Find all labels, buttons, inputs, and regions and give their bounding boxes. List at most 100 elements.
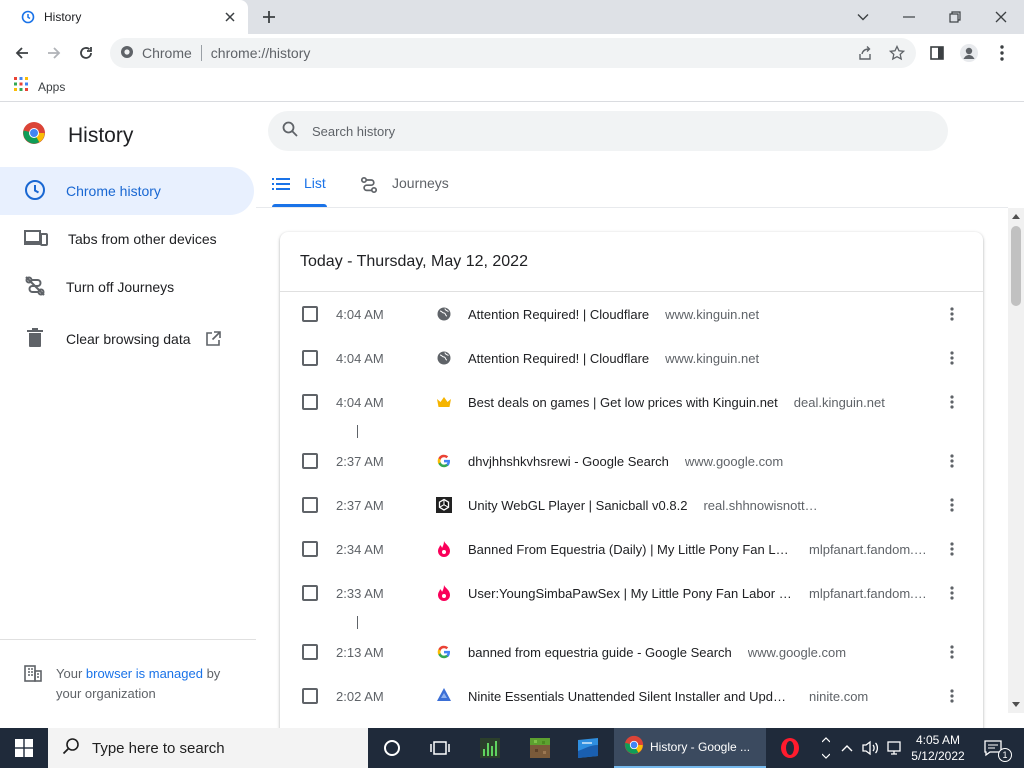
managed-link[interactable]: browser is managed [86,666,203,681]
reload-icon[interactable] [75,42,97,64]
omnibox-separator [200,45,202,61]
tab-journeys[interactable]: Journeys [360,167,460,207]
side-panel-icon[interactable] [926,42,948,64]
row-domain[interactable]: www.kinguin.net [665,307,759,322]
scroll-thumb[interactable] [1011,226,1021,306]
task-view-icon[interactable] [416,728,464,768]
row-checkbox[interactable] [302,453,318,469]
sidebar-item-clear-browsing-data[interactable]: Clear browsing data [0,311,256,367]
history-row[interactable]: 2:02 AM Ninite Essentials Unattended Sil… [280,674,983,718]
taskbar-chrome-window[interactable]: History - Google ... [614,728,766,768]
row-title[interactable]: Unity WebGL Player | Sanicball v0.8.2 [468,498,687,513]
row-checkbox[interactable] [302,497,318,513]
history-row[interactable]: 2:37 AM Unity WebGL Player | Sanicball v… [280,483,983,527]
row-domain[interactable]: ninite.com [809,689,868,704]
row-title[interactable]: Attention Required! | Cloudflare [468,351,649,366]
row-domain[interactable]: www.google.com [748,645,846,660]
time-gap-marker [280,424,983,439]
omnibox-url[interactable]: chrome://history [211,45,311,61]
row-title[interactable]: User:YoungSimbaPawSex | My Little Pony F… [468,586,793,601]
history-row[interactable]: 2:37 AM dhvjhhshkvhsrewi - Google Search… [280,439,983,483]
search-input[interactable] [312,123,912,139]
row-menu-icon[interactable] [944,453,960,469]
minecraft-icon[interactable] [516,728,564,768]
row-menu-icon[interactable] [944,306,960,322]
apps-bookmark[interactable]: Apps [38,80,65,94]
row-checkbox[interactable] [302,350,318,366]
taskbar-clock[interactable]: 4:05 AM 5/12/2022 [908,732,968,764]
row-title[interactable]: Best deals on games | Get low prices wit… [468,395,778,410]
cortana-icon[interactable] [368,728,416,768]
window-close-icon[interactable] [990,6,1012,28]
search-bar[interactable] [268,111,948,151]
row-menu-icon[interactable] [944,644,960,660]
row-domain[interactable]: deal.kinguin.net [794,395,885,410]
sidebar-item-tabs-other-devices[interactable]: Tabs from other devices [0,215,256,263]
task-manager-icon[interactable] [466,728,514,768]
row-title[interactable]: banned from equestria guide - Google Sea… [468,645,732,660]
tab-list[interactable]: List [272,167,360,207]
history-row[interactable]: 4:04 AM Attention Required! | Cloudflare… [280,336,983,380]
restore-icon[interactable] [944,6,966,28]
sidebar-item-label: Clear browsing data [66,331,191,347]
tray-chevron-up-icon[interactable] [838,728,856,768]
windows-start-icon[interactable] [0,728,48,768]
network-icon[interactable] [884,728,904,768]
row-menu-icon[interactable] [944,350,960,366]
tab-strip: History [0,0,1024,34]
apps-grid-icon[interactable] [14,77,28,96]
row-checkbox[interactable] [302,394,318,410]
tab-label: Journeys [392,175,449,191]
taskbar-scroll-arrows[interactable] [818,728,834,768]
row-checkbox[interactable] [302,585,318,601]
share-icon[interactable] [854,42,876,64]
row-title[interactable]: Attention Required! | Cloudflare [468,307,649,322]
omnibox[interactable]: Chrome chrome://history [110,38,916,68]
row-domain[interactable]: www.google.com [685,454,783,469]
taskbar-chrome-label: History - Google ... [650,740,751,754]
row-title[interactable]: Banned From Equestria (Daily) | My Littl… [468,542,793,557]
search-icon [282,121,298,142]
row-domain[interactable]: mlpfanart.fandom.com [809,586,927,601]
volume-icon[interactable] [860,728,880,768]
bookmark-star-icon[interactable] [886,42,908,64]
tab-search-chevron-icon[interactable] [852,6,874,28]
row-checkbox[interactable] [302,688,318,704]
scroll-up-arrow-icon[interactable] [1008,208,1024,224]
history-row[interactable]: 4:04 AM Attention Required! | Cloudflare… [280,292,983,336]
row-menu-icon[interactable] [944,585,960,601]
minimize-icon[interactable] [898,6,920,28]
row-checkbox[interactable] [302,306,318,322]
row-checkbox[interactable] [302,541,318,557]
row-domain[interactable]: mlpfanart.fandom.com [809,542,927,557]
paint-app-icon[interactable] [564,728,612,768]
back-arrow-icon[interactable] [11,42,33,64]
taskbar-search-box[interactable]: Type here to search [48,728,368,768]
row-title[interactable]: dhvjhhshkvhsrewi - Google Search [468,454,669,469]
row-title[interactable]: Ninite Essentials Unattended Silent Inst… [468,689,793,704]
history-row[interactable]: 2:34 AM Banned From Equestria (Daily) | … [280,527,983,571]
row-domain[interactable]: www.kinguin.net [665,351,759,366]
row-menu-icon[interactable] [944,394,960,410]
taskbar-search-icon [62,737,80,760]
scroll-down-arrow-icon[interactable] [1008,697,1024,713]
history-row[interactable]: 2:13 AM banned from equestria guide - Go… [280,630,983,674]
new-tab-button[interactable] [260,8,278,26]
sidebar-item-turn-off-journeys[interactable]: Turn off Journeys [0,263,256,311]
history-row[interactable]: 4:04 AM Best deals on games | Get low pr… [280,380,983,424]
globe-icon [436,306,452,322]
page-scrollbar[interactable] [1008,208,1024,713]
sidebar-item-chrome-history[interactable]: Chrome history [0,167,254,215]
forward-arrow-icon[interactable] [43,42,65,64]
tab-history[interactable]: History [0,0,248,34]
row-menu-icon[interactable] [944,541,960,557]
row-checkbox[interactable] [302,644,318,660]
kebab-menu-icon[interactable] [991,42,1013,64]
row-menu-icon[interactable] [944,688,960,704]
opera-icon[interactable] [766,728,814,768]
row-menu-icon[interactable] [944,497,960,513]
history-row[interactable]: 2:33 AM User:YoungSimbaPawSex | My Littl… [280,571,983,615]
profile-avatar-icon[interactable] [958,42,980,64]
row-domain[interactable]: real.shhnowisnottheti.me [703,498,821,513]
close-icon[interactable] [222,9,238,25]
